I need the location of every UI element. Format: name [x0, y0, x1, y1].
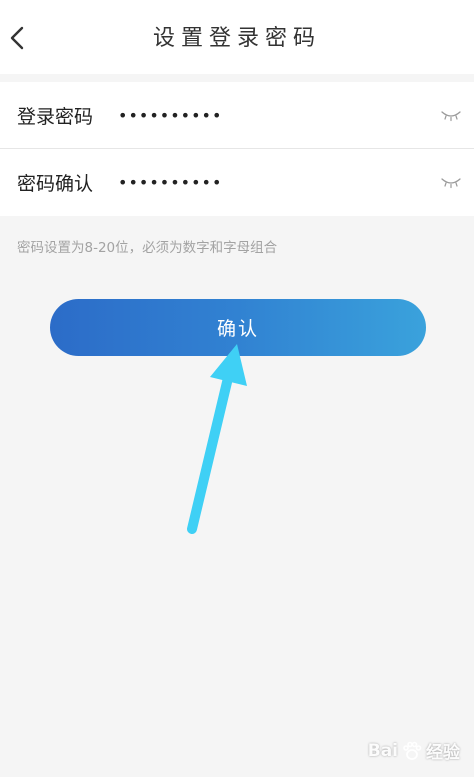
watermark: Bai 经验: [367, 738, 460, 764]
watermark-text-right: 经验: [426, 743, 460, 763]
password-form: 登录密码 密码确认: [0, 82, 474, 216]
confirm-password-row: 密码确认: [0, 148, 474, 215]
app-header: 设置登录密码: [0, 0, 474, 74]
paw-logo-icon: [403, 741, 422, 760]
password-input[interactable]: [118, 100, 418, 130]
confirm-button[interactable]: 确认: [50, 299, 426, 356]
password-row: 登录密码: [0, 82, 474, 148]
confirm-password-label: 密码确认: [17, 172, 94, 195]
password-hint: 密码设置为8-20位，必须为数字和字母组合: [17, 240, 278, 256]
page-title: 设置登录密码: [152, 26, 321, 51]
eye-closed-icon: [441, 111, 461, 122]
confirm-password-input[interactable]: [118, 167, 418, 197]
password-visibility-toggle[interactable]: [438, 105, 464, 125]
watermark-text-left: Bai: [367, 740, 398, 761]
password-label: 登录密码: [17, 105, 94, 128]
confirm-password-visibility-toggle[interactable]: [438, 172, 464, 192]
eye-closed-icon: [441, 178, 461, 189]
